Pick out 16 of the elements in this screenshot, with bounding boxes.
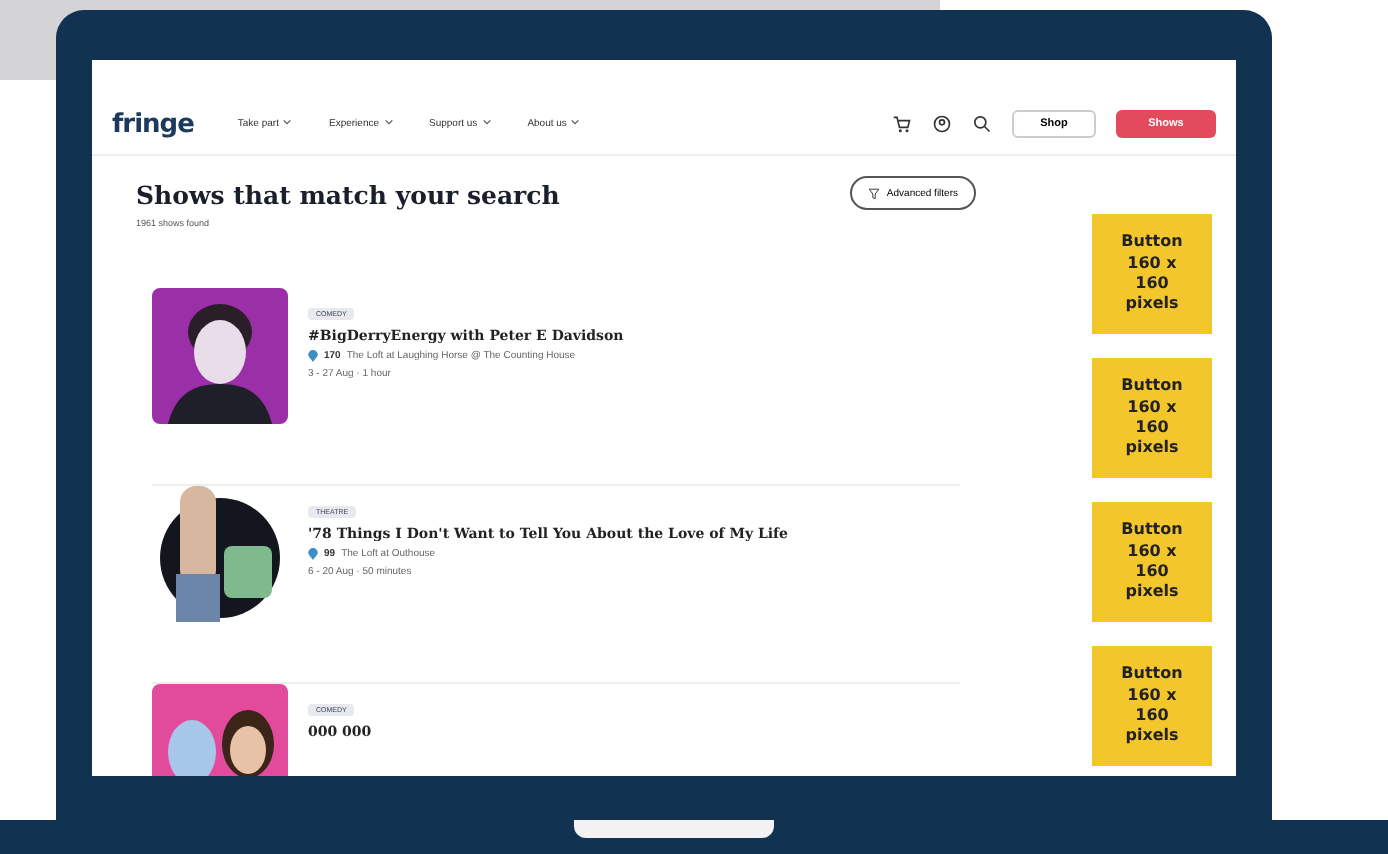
chevron-down-icon xyxy=(282,118,293,126)
chevron-down-icon xyxy=(481,118,492,126)
ad-button[interactable]: Button 160 x 160 pixels xyxy=(1092,646,1212,766)
location-pin-icon xyxy=(308,350,318,362)
ad-button[interactable]: Button 160 x 160 pixels xyxy=(1092,358,1212,478)
ad-button[interactable]: Button 160 x 160 pixels xyxy=(1092,214,1212,334)
location-pin-icon xyxy=(308,548,318,560)
chevron-down-icon xyxy=(570,118,581,126)
ad-button[interactable]: Button 160 x 160 pixels xyxy=(1092,502,1212,622)
logo: fringe xyxy=(112,109,194,139)
page-title: Shows that match your search xyxy=(136,180,560,210)
account-icon[interactable] xyxy=(932,114,952,134)
search-icon[interactable] xyxy=(972,114,992,134)
chevron-down-icon xyxy=(383,118,393,126)
cart-icon[interactable] xyxy=(892,114,912,134)
filter-icon xyxy=(868,187,881,199)
